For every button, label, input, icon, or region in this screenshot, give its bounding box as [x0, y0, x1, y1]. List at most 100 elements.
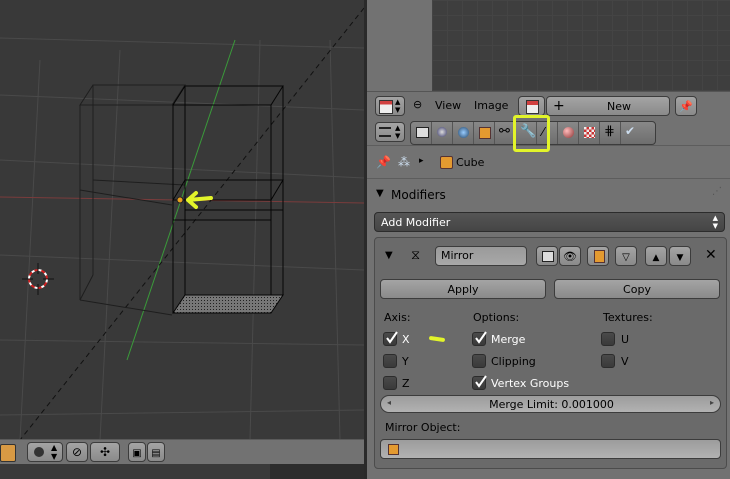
- textures-label: Textures:: [603, 311, 653, 324]
- tab-world[interactable]: [453, 122, 474, 144]
- pivot-dropdown[interactable]: ⊘: [66, 442, 88, 462]
- axis-x-label: X: [402, 333, 410, 346]
- checkmark-icon: [475, 375, 487, 388]
- tab-particles[interactable]: ⋕: [600, 122, 621, 144]
- merge-checkbox[interactable]: [472, 331, 487, 346]
- move-down-button[interactable]: ▼: [669, 246, 691, 266]
- new-label: New: [607, 100, 631, 113]
- render-button[interactable]: ▣: [128, 442, 146, 462]
- scene-icon: ⁂: [398, 155, 410, 169]
- vertex-groups-label: Vertex Groups: [491, 377, 570, 390]
- merge-limit-slider[interactable]: ◂ Merge Limit: 0.001000 ▸: [380, 395, 721, 413]
- mirror-modifier-icon: ⧖: [411, 248, 421, 263]
- clipping-checkbox[interactable]: [472, 354, 486, 368]
- pin-button[interactable]: 📌: [675, 96, 697, 116]
- new-image-button[interactable]: + New: [546, 96, 670, 116]
- solid-sphere-icon: [34, 447, 44, 457]
- axis-z-label: Z: [402, 377, 410, 390]
- image-canvas[interactable]: [432, 0, 730, 91]
- texture-v-checkbox[interactable]: [601, 354, 615, 368]
- modifier-name: Mirror: [441, 249, 474, 262]
- checkmark-icon: [475, 331, 487, 344]
- tab-texture[interactable]: [579, 122, 600, 144]
- axis-y-label: Y: [402, 355, 409, 368]
- image-browse-icon: [526, 100, 539, 114]
- axis-label: Axis:: [384, 311, 411, 324]
- object-icon: [388, 444, 399, 455]
- arrow-up-icon: ▲: [652, 253, 660, 263]
- axis-x-checkbox[interactable]: [383, 331, 398, 346]
- timeline-strip: [0, 464, 364, 479]
- cage-toggle[interactable]: ▽: [615, 246, 637, 266]
- tab-material[interactable]: [558, 122, 579, 144]
- remove-modifier-icon[interactable]: ✕: [705, 247, 717, 263]
- constraint-icon: ⚯: [499, 124, 510, 139]
- world-icon: [458, 127, 469, 138]
- texture-v-label: V: [621, 355, 629, 368]
- browse-image-button[interactable]: [518, 96, 545, 116]
- render-toggle[interactable]: [536, 246, 558, 266]
- material-icon: [563, 127, 574, 138]
- move-up-button[interactable]: ▲: [645, 246, 667, 266]
- menu-image[interactable]: Image: [474, 99, 508, 112]
- shading-dropdown[interactable]: ▲ ▼: [27, 442, 63, 462]
- tab-scene[interactable]: [432, 122, 453, 144]
- menu-view[interactable]: View: [435, 99, 461, 112]
- snap-dropdown[interactable]: ✣: [90, 442, 120, 462]
- apply-label: Apply: [447, 283, 479, 296]
- collapse-menu-icon[interactable]: ⊖: [413, 98, 422, 111]
- mirror-object-label: Mirror Object:: [385, 421, 461, 434]
- pin-icon[interactable]: 📌: [376, 155, 391, 169]
- camera-icon: [542, 251, 554, 262]
- dash-annotation: [428, 335, 446, 343]
- object-icon: [440, 156, 453, 169]
- transform-manipulator-icon: ✣: [99, 445, 111, 459]
- updown-arrow-icon: ▲ ▼: [395, 98, 401, 114]
- properties-icon: [379, 127, 391, 137]
- clipping-label: Clipping: [491, 355, 536, 368]
- drag-handle-icon[interactable]: ⋰: [712, 186, 722, 197]
- axis-z-checkbox[interactable]: [383, 376, 397, 390]
- tab-render[interactable]: [411, 122, 432, 144]
- object-origin: [176, 196, 184, 204]
- modifiers-header[interactable]: Modifiers: [391, 188, 446, 202]
- breadcrumb-arrow-icon: ▸: [419, 156, 424, 166]
- breadcrumb-object: Cube: [456, 156, 485, 169]
- updown-arrow-icon: ▲ ▼: [712, 214, 718, 230]
- updown-arrow-icon: ▲ ▼: [395, 124, 401, 140]
- add-modifier-label: Add Modifier: [381, 216, 451, 229]
- add-modifier-dropdown[interactable]: Add Modifier ▲ ▼: [374, 212, 725, 232]
- tab-object[interactable]: [474, 122, 495, 144]
- vertex-groups-checkbox[interactable]: [472, 375, 487, 390]
- texture-u-checkbox[interactable]: [601, 332, 615, 346]
- particles-icon: ⋕: [604, 124, 615, 139]
- 3d-viewport[interactable]: [0, 0, 364, 479]
- mirror-modifier-panel: ▼ ⧖ Mirror 👁 ▽ ▲ ▼ ✕ Apply Copy Axis: Op…: [374, 237, 727, 469]
- viewport-scene: [0, 7, 364, 440]
- mirror-object-field[interactable]: [380, 439, 721, 459]
- axis-y-checkbox[interactable]: [383, 354, 397, 368]
- pivot-icon: ⊘: [71, 445, 83, 459]
- texture-u-label: U: [621, 333, 630, 346]
- copy-label: Copy: [623, 283, 651, 296]
- editor-type-button[interactable]: ▲ ▼: [375, 96, 405, 116]
- render-animation-button[interactable]: ▤: [147, 442, 165, 462]
- eye-icon: 👁: [563, 250, 577, 263]
- editor-type-icon[interactable]: [0, 444, 16, 462]
- properties-editor-type-button[interactable]: ▲ ▼: [375, 122, 405, 142]
- expand-triangle-icon[interactable]: ▼: [385, 250, 393, 261]
- editmode-icon: [594, 250, 605, 263]
- copy-button[interactable]: Copy: [554, 279, 720, 299]
- apply-button[interactable]: Apply: [380, 279, 546, 299]
- highlight-annotation: [513, 115, 550, 152]
- tab-physics[interactable]: ✔: [621, 122, 642, 144]
- modifier-name-field[interactable]: Mirror: [435, 246, 527, 266]
- merge-limit-label: Merge Limit: 0.001000: [489, 398, 614, 411]
- object-icon: [479, 127, 491, 139]
- merge-label: Merge: [491, 333, 526, 346]
- physics-icon: ✔: [625, 124, 636, 138]
- camera-icon: ▣: [132, 448, 142, 459]
- viewport-toggle[interactable]: 👁: [559, 246, 581, 266]
- collapse-triangle-icon[interactable]: ▼: [376, 188, 384, 199]
- editmode-toggle[interactable]: [587, 246, 609, 266]
